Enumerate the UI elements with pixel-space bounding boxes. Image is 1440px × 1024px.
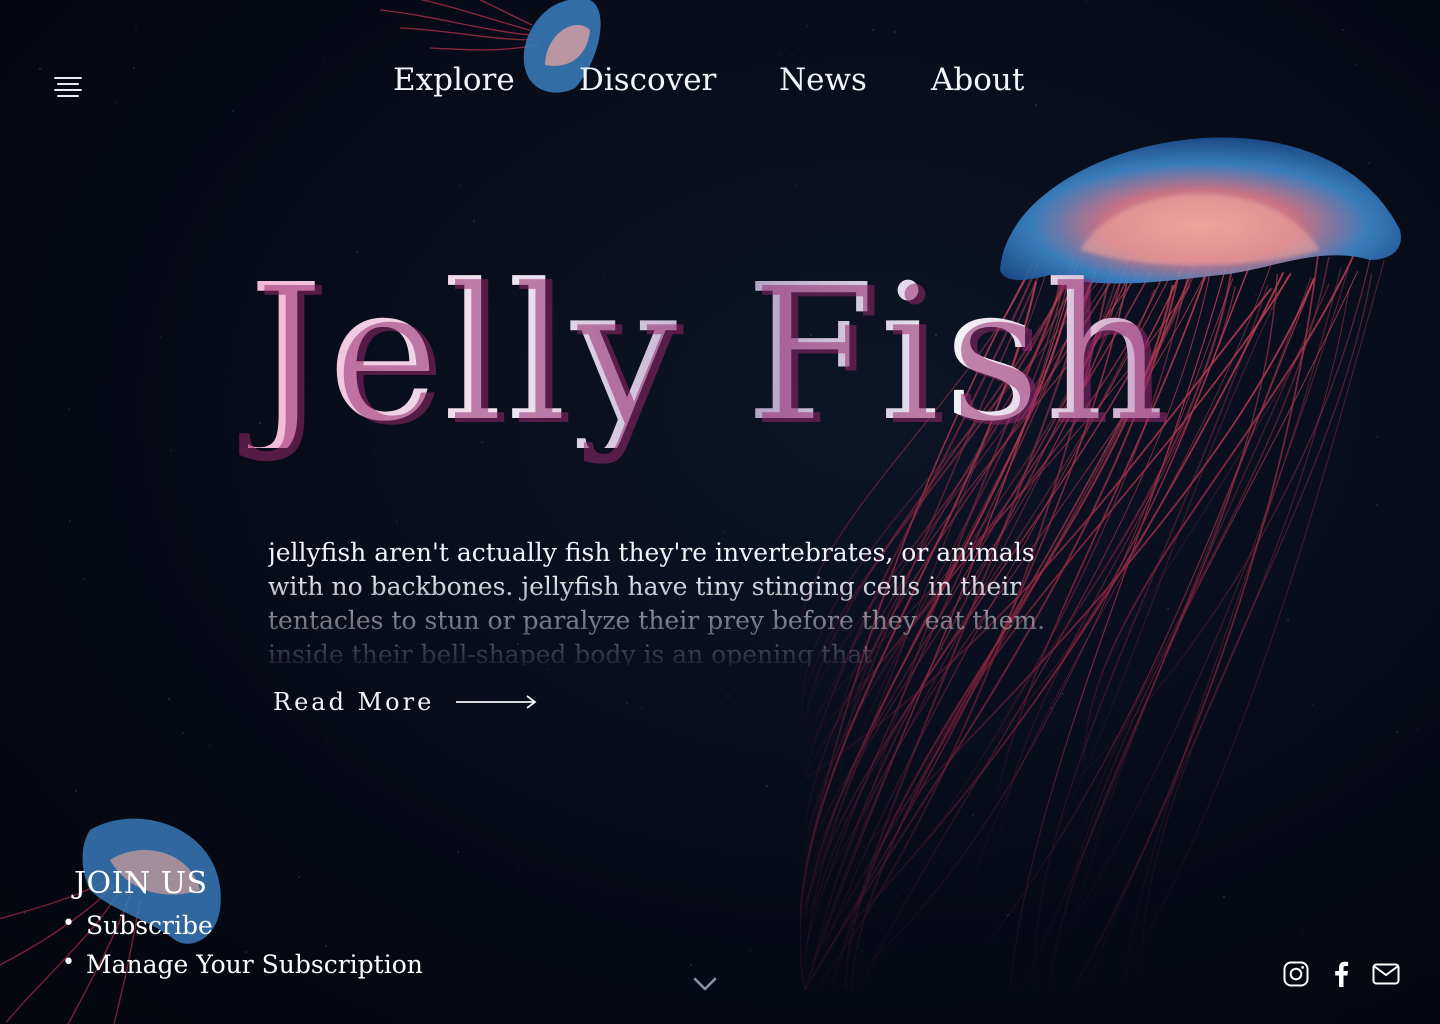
manage-subscription-link[interactable]: Manage Your Subscription bbox=[62, 950, 423, 979]
hero-paragraph: jellyfish aren't actually fish they're i… bbox=[268, 538, 1046, 666]
join-section: JOIN US Subscribe Manage Your Subscripti… bbox=[62, 866, 435, 989]
arrow-right-icon bbox=[456, 695, 537, 709]
instagram-icon[interactable] bbox=[1282, 960, 1310, 988]
jellyfish-large-image bbox=[800, 137, 1401, 991]
hero-title: Jelly Fish bbox=[248, 244, 1169, 463]
mail-icon[interactable] bbox=[1372, 960, 1400, 988]
read-more-label: Read More bbox=[273, 688, 435, 716]
nav-discover[interactable]: Discover bbox=[579, 62, 716, 98]
join-heading: JOIN US bbox=[74, 866, 208, 901]
join-links: Subscribe Manage Your Subscription bbox=[62, 911, 423, 979]
read-more-link[interactable]: Read More bbox=[273, 688, 538, 716]
subscribe-link[interactable]: Subscribe bbox=[62, 911, 423, 940]
social-links bbox=[1282, 960, 1400, 988]
chevron-down-icon[interactable] bbox=[692, 975, 718, 993]
page-frame: Explore Discover News About Jelly Fish j… bbox=[0, 0, 1440, 1024]
nav-explore[interactable]: Explore bbox=[393, 62, 515, 98]
hamburger-menu-icon[interactable] bbox=[54, 74, 84, 100]
nav-about[interactable]: About bbox=[931, 62, 1024, 98]
nav-news[interactable]: News bbox=[779, 62, 867, 98]
facebook-icon[interactable] bbox=[1327, 960, 1355, 988]
